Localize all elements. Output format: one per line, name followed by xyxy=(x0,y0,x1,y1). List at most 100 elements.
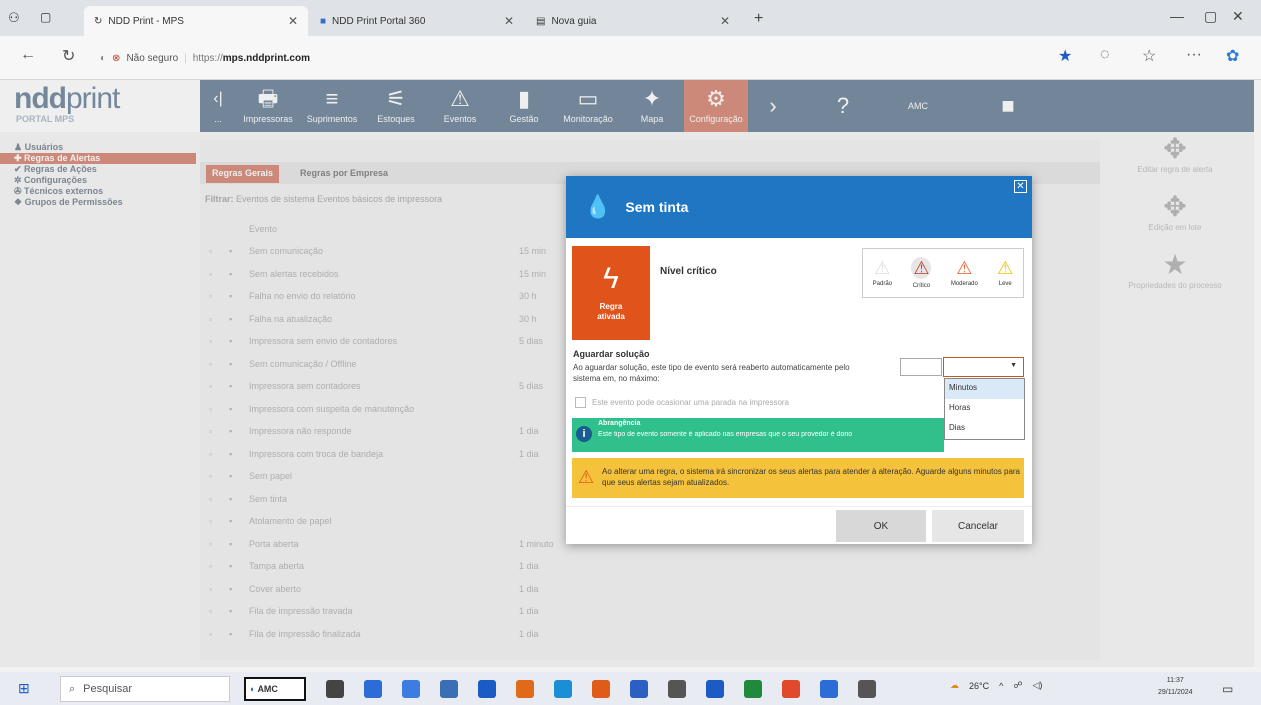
level-leve[interactable]: ⚠ Leve xyxy=(997,259,1013,287)
app2-icon[interactable] xyxy=(858,680,876,698)
favorites-icon[interactable]: ☆ xyxy=(1142,46,1156,66)
rule-status: Regra ativada xyxy=(597,302,625,321)
firefox-icon[interactable] xyxy=(516,680,534,698)
chevron-down-icon: ▼ xyxy=(1010,362,1017,369)
file-explorer-icon[interactable] xyxy=(402,680,420,698)
store-icon[interactable] xyxy=(706,680,724,698)
warning-text: Ao alterar uma regra, o sistema irá sinc… xyxy=(602,467,1020,487)
minimize-icon[interactable]: — xyxy=(1170,8,1184,24)
level-critico-icon: ⚠ xyxy=(911,257,932,279)
close-window-icon[interactable]: ✕ xyxy=(1232,8,1244,25)
wait-unit-dropdown: Minutos Horas Dias xyxy=(944,378,1025,440)
more-icon[interactable]: ··· xyxy=(1186,46,1202,64)
level-selector: ⚠ Padrão ⚠ Crítico ⚠ Moderado ⚠ Leve xyxy=(862,248,1024,298)
task-view-icon[interactable] xyxy=(326,680,344,698)
browser-profile-icon[interactable]: ⚇ xyxy=(8,10,20,26)
settings-icon[interactable] xyxy=(668,680,686,698)
rule-active-toggle[interactable]: ϟ Regra ativada xyxy=(572,246,650,340)
level-label: Padrão xyxy=(872,281,893,287)
level-moderado[interactable]: ⚠ Moderado xyxy=(951,259,978,287)
level-label: Leve xyxy=(998,281,1012,287)
system-tray: ☁ 26°C ^ ☍ ◁) xyxy=(950,680,1042,691)
wait-title: Aguardar solução xyxy=(573,349,650,359)
search-icon: ⌕ xyxy=(69,682,76,695)
dialog-title: Sem tinta xyxy=(625,199,689,215)
tab-favicon-icon: ▤ xyxy=(536,15,546,27)
new-tab-button[interactable]: + xyxy=(754,10,763,28)
amc-app-icon: ◖ xyxy=(249,684,255,694)
refresh-icon[interactable]: ↻ xyxy=(62,46,75,66)
not-secure-icon: ⊗ xyxy=(112,52,121,64)
ok-button[interactable]: OK xyxy=(836,510,926,542)
temperature: 26°C xyxy=(969,680,990,691)
level-padrao-icon: ⚠ xyxy=(874,258,891,278)
url-host: mps.nddprint.com xyxy=(222,52,310,64)
option-minutos[interactable]: Minutos xyxy=(945,379,1024,399)
notifications-icon[interactable]: ▭ xyxy=(1222,682,1233,696)
search-label: Pesquisar xyxy=(83,683,133,695)
back-icon[interactable]: ← xyxy=(20,46,36,64)
level-padrao[interactable]: ⚠ Padrão xyxy=(873,259,892,287)
tray-chevron-icon[interactable]: ^ xyxy=(999,681,1003,691)
dialog-header: 💧 Sem tinta xyxy=(566,176,1032,238)
dialog-close-icon[interactable]: ✕ xyxy=(1014,180,1027,193)
calendar-icon[interactable] xyxy=(440,680,458,698)
time: 11:37 xyxy=(1166,677,1184,684)
tab-label: NDD Print Portal 360 xyxy=(332,15,426,27)
warning-banner: ⚠ Ao alterar uma regra, o sistema irá si… xyxy=(572,458,1024,498)
app-icon[interactable] xyxy=(820,680,838,698)
maximize-icon[interactable]: ▢ xyxy=(1204,8,1217,25)
excel-icon[interactable] xyxy=(744,680,762,698)
option-dias[interactable]: Dias xyxy=(945,419,1024,439)
info-icon: i xyxy=(576,426,592,442)
site-info-icon[interactable]: ◐ xyxy=(100,53,106,64)
wait-unit-select[interactable]: ▼ xyxy=(943,357,1024,377)
level-moderado-icon: ⚠ xyxy=(956,258,973,278)
weather-icon: ☁ xyxy=(950,680,959,690)
level-label: Crítico xyxy=(912,283,931,289)
mail-icon[interactable] xyxy=(478,680,496,698)
office-icon[interactable] xyxy=(592,680,610,698)
level-critico[interactable]: ⚠ Crítico xyxy=(911,257,932,289)
teams-icon[interactable] xyxy=(630,680,648,698)
wait-description: Ao aguardar solução, este tipo de evento… xyxy=(573,363,850,383)
taskbar-search[interactable]: ⌕ Pesquisar xyxy=(60,676,230,702)
windows-start-icon[interactable]: ⊞ xyxy=(18,680,30,697)
tab-label: Nova guia xyxy=(551,15,597,27)
taskbar-app-amc[interactable]: ◖ AMC xyxy=(244,677,306,701)
edge-icon[interactable] xyxy=(554,680,572,698)
tab-favicon-icon: ↻ xyxy=(94,15,103,27)
level-label: Moderado xyxy=(950,281,978,287)
tab-ndd-print-mps[interactable]: ↻ NDD Print - MPS ✕ xyxy=(84,6,308,36)
app-label: AMC xyxy=(257,684,278,694)
copilot-icon[interactable]: ✿ xyxy=(1226,46,1239,66)
favorite-star-icon[interactable]: ★ xyxy=(1058,46,1072,66)
level-label: Nível crítico xyxy=(660,266,717,277)
close-tab-icon[interactable]: ✕ xyxy=(504,14,514,28)
info-text: Este tipo de evento somente é aplicado n… xyxy=(598,431,853,438)
page-scrollbar[interactable] xyxy=(1254,80,1261,667)
security-label: Não seguro xyxy=(126,52,179,64)
chrome-icon[interactable] xyxy=(782,680,800,698)
tab-ndd-portal-360[interactable]: ■ NDD Print Portal 360 ✕ xyxy=(310,6,524,36)
close-tab-icon[interactable]: ✕ xyxy=(288,14,298,28)
extensions-icon[interactable]: ◌ xyxy=(1100,46,1110,64)
taskbar-clock[interactable]: 11:37 29/11/2024 xyxy=(1158,675,1193,699)
lightning-icon: ϟ xyxy=(603,262,619,295)
tab-actions-icon[interactable]: ▢ xyxy=(40,10,51,24)
wait-number-input[interactable] xyxy=(900,358,942,376)
volume-icon[interactable]: ◁) xyxy=(1032,680,1042,691)
network-icon[interactable]: ☍ xyxy=(1013,680,1022,691)
widgets-icon[interactable] xyxy=(364,680,382,698)
cancel-button[interactable]: Cancelar xyxy=(932,510,1024,542)
tab-favicon-icon: ■ xyxy=(320,15,327,27)
url-divider: | xyxy=(184,52,187,64)
stop-checkbox-row[interactable]: Este evento pode ocasionar uma parada na… xyxy=(575,397,789,408)
close-tab-icon[interactable]: ✕ xyxy=(720,14,730,28)
tab-nova-guia[interactable]: ▤ Nova guia ✕ xyxy=(526,6,740,36)
option-horas[interactable]: Horas xyxy=(945,399,1024,419)
url-field[interactable]: ◐ ⊗ Não seguro | https://mps.nddprint.co… xyxy=(100,44,1040,72)
date: 29/11/2024 xyxy=(1158,689,1193,696)
stop-checkbox[interactable] xyxy=(575,397,586,408)
scope-info-banner: i Abrangência Este tipo de evento soment… xyxy=(572,418,944,452)
